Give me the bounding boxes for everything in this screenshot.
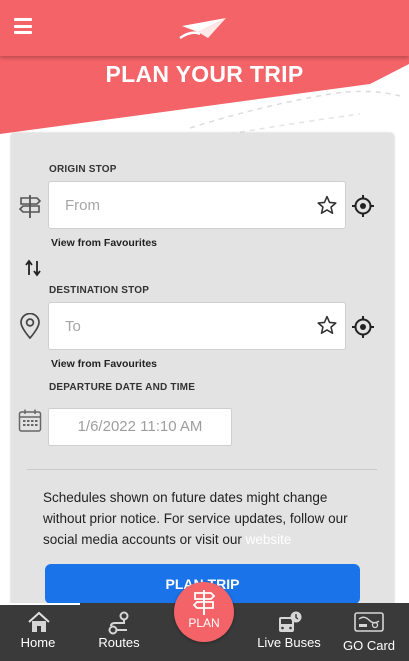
origin-view-favourites-link[interactable]: View from Favourites [51,237,157,249]
nav-go-card[interactable]: GO Card [336,603,402,661]
live-bus-icon [279,611,302,632]
website-link[interactable]: website [246,532,292,547]
go-card-icon [354,612,384,632]
departure-label: DEPARTURE DATE AND TIME [49,382,196,393]
signpost-icon [18,195,42,218]
origin-stop-input[interactable] [48,181,346,229]
schedule-notice-text: Schedules shown on future dates might ch… [43,490,348,547]
scroll-indicator [0,603,80,605]
page-title: PLAN YOUR TRIP [105,61,304,87]
nav-home[interactable]: Home [12,603,64,661]
origin-stop-label: ORIGIN STOP [49,164,117,175]
home-icon [28,611,50,632]
locate-icon[interactable] [351,315,375,339]
nav-live-buses[interactable]: Live Buses [250,603,328,661]
locate-icon[interactable] [351,194,375,218]
departure-datetime-input[interactable]: 1/6/2022 11:10 AM [48,408,232,446]
app-header [0,0,409,56]
plan-fab-label: PLAN [188,616,220,630]
hamburger-icon-bar [14,24,32,28]
signpost-icon [192,590,216,615]
map-pin-icon [20,313,40,339]
paper-plane-logo-icon [179,18,226,40]
routes-icon [108,611,129,635]
nav-home-label: Home [20,635,56,650]
destination-stop-label: DESTINATION STOP [49,285,150,296]
menu-button[interactable] [14,18,32,34]
calendar-icon [18,409,42,432]
nav-go-card-label: GO Card [342,638,395,653]
hamburger-icon-bar [14,31,32,34]
nav-live-buses-label: Live Buses [257,635,321,650]
plan-fab-button[interactable]: PLAN [174,582,234,642]
schedule-notice: Schedules shown on future dates might ch… [43,487,373,550]
destination-view-favourites-link[interactable]: View from Favourites [51,358,157,370]
favourite-star-icon[interactable] [316,194,338,216]
hamburger-icon-bar [14,18,32,21]
nav-routes-label: Routes [98,635,140,650]
divider [27,469,377,470]
trip-planner-card: ORIGIN STOP View from Favourites DESTINA… [11,133,394,613]
hero-banner: PLAN YOUR TRIP [0,56,409,136]
favourite-star-icon[interactable] [316,314,338,336]
swap-arrows-icon[interactable] [25,258,41,278]
destination-stop-input[interactable] [48,302,346,350]
nav-routes[interactable]: Routes [92,603,146,661]
